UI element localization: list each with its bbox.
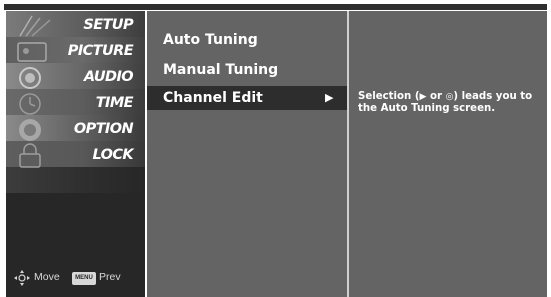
top-bar bbox=[4, 4, 547, 10]
submenu-channel-edit[interactable]: Channel Edit ▶ bbox=[147, 86, 347, 110]
prev-label: Prev bbox=[99, 271, 121, 283]
option-icon bbox=[19, 119, 41, 141]
help-panel: Selection (▶ or ◎) leads you to the Auto… bbox=[349, 11, 547, 297]
tv-menu-screen: SETUP PICTURE AUDIO TIME OPTION LOCK Mov… bbox=[0, 0, 551, 297]
picture-icon bbox=[17, 42, 47, 62]
help-prefix: Selection ( bbox=[358, 91, 420, 102]
submenu-auto-tuning[interactable]: Auto Tuning bbox=[163, 28, 258, 52]
category-picture[interactable]: PICTURE bbox=[68, 39, 134, 63]
speaker-icon bbox=[19, 67, 41, 89]
submenu-manual-tuning[interactable]: Manual Tuning bbox=[163, 58, 278, 82]
category-time[interactable]: TIME bbox=[96, 91, 134, 115]
navigation-hint: Move MENU Prev bbox=[6, 269, 145, 287]
category-menu: SETUP PICTURE AUDIO TIME OPTION LOCK Mov… bbox=[6, 11, 145, 297]
category-lock[interactable]: LOCK bbox=[92, 143, 133, 167]
menu-key-icon: MENU bbox=[72, 272, 96, 285]
category-setup[interactable]: SETUP bbox=[83, 13, 133, 37]
lock-icon bbox=[19, 143, 41, 168]
help-text: Selection (▶ or ◎) leads you to the Auto… bbox=[358, 91, 546, 114]
submenu-panel: Auto Tuning Manual Tuning Channel Edit ▶ bbox=[147, 11, 347, 297]
arrow-right-icon: ▶ bbox=[325, 91, 334, 104]
move-label: Move bbox=[34, 271, 60, 283]
category-option[interactable]: OPTION bbox=[74, 117, 134, 141]
clock-icon bbox=[19, 93, 41, 115]
category-audio[interactable]: AUDIO bbox=[84, 65, 134, 89]
submenu-channel-edit-label: Channel Edit bbox=[163, 90, 263, 106]
antenna-icon bbox=[19, 15, 51, 37]
help-middle: or bbox=[426, 91, 446, 102]
move-icon bbox=[14, 270, 30, 286]
